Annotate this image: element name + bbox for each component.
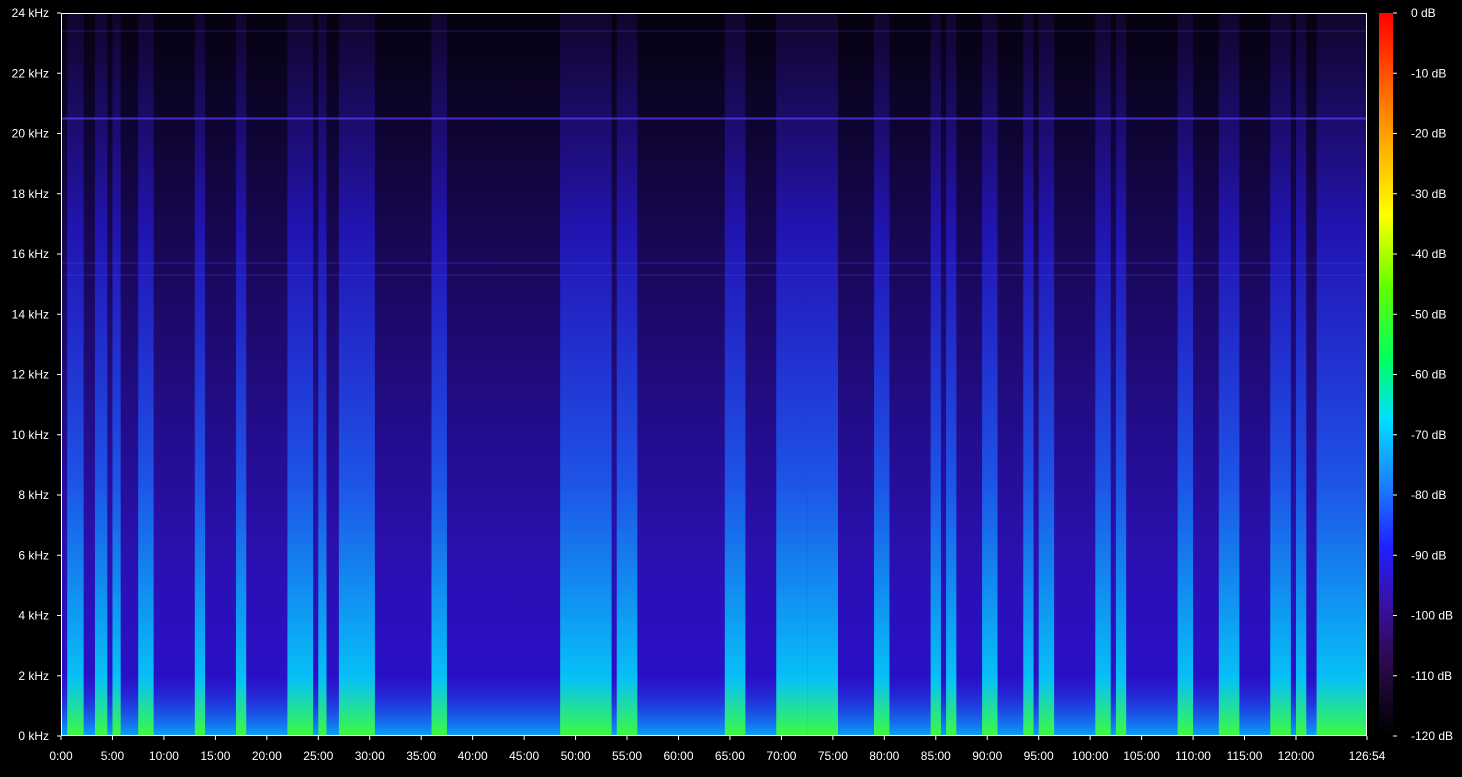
- y-axis-ticks: 0 kHz 2 kHz 4 kHz 6 kHz 8 kHz 10 kHz 12 kHz 14 …: [12, 6, 61, 743]
- bright-segment-2: [112, 13, 121, 736]
- bright-segment-12: [724, 13, 746, 736]
- colorbar-tick-label: 0 dB: [1411, 6, 1436, 20]
- bright-segment-21: [1095, 13, 1111, 736]
- x-tick-label: 50:00: [561, 749, 591, 763]
- colorbar-tick-label: -20 dB: [1411, 127, 1446, 141]
- spectrogram-plot: [61, 13, 1367, 736]
- bright-segment-23: [1177, 13, 1194, 736]
- bright-segment-18: [982, 13, 998, 736]
- bright-segment-11: [616, 13, 638, 736]
- x-tick-label: 80:00: [869, 749, 899, 763]
- colorbar: [1379, 13, 1393, 736]
- bright-segment-5: [235, 13, 247, 736]
- x-tick-label: 35:00: [406, 749, 436, 763]
- bright-segment-10: [560, 13, 612, 736]
- low-frequency-floor: [61, 676, 1367, 736]
- x-tick-label: 5:00: [101, 749, 125, 763]
- x-tick-label: 120:00: [1278, 749, 1315, 763]
- x-tick-label: 90:00: [972, 749, 1002, 763]
- bright-segment-26: [1295, 13, 1307, 736]
- x-tick-label: 55:00: [612, 749, 642, 763]
- bright-segment-0: [67, 13, 84, 736]
- colorbar-tick-label: -10 dB: [1411, 66, 1446, 80]
- spectrogram-background: [61, 13, 1367, 736]
- bright-segment-20: [1038, 13, 1055, 736]
- y-tick-label: 16 kHz: [12, 247, 49, 261]
- spectrogram-chart: 0:00 5:00 10:00 15:00 20:00 25:00 30:00 35:00 40…: [0, 0, 1462, 772]
- bright-segment-7: [318, 13, 327, 736]
- colorbar-tick-label: -50 dB: [1411, 307, 1446, 321]
- bright-segment-13: [776, 13, 808, 736]
- x-tick-label: 85:00: [921, 749, 951, 763]
- colorbar-tick-label: -100 dB: [1411, 609, 1453, 623]
- colorbar-tick-label: -30 dB: [1411, 187, 1446, 201]
- bright-segment-15: [874, 13, 890, 736]
- x-tick-label: 100:00: [1072, 749, 1109, 763]
- y-tick-label: 18 kHz: [12, 187, 49, 201]
- x-tick-label: 60:00: [663, 749, 693, 763]
- spectrogram-svg: 0:00 5:00 10:00 15:00 20:00 25:00 30:00 35:00 40…: [12, 6, 1453, 763]
- x-tick-label: 95:00: [1024, 749, 1054, 763]
- colorbar-tick-label: -90 dB: [1411, 548, 1446, 562]
- x-tick-label: 15:00: [200, 749, 230, 763]
- x-tick-label: 20:00: [252, 749, 282, 763]
- x-tick-label: 115:00: [1227, 749, 1263, 763]
- colorbar-tick-label: -110 dB: [1411, 669, 1452, 683]
- x-tick-label: 105:00: [1123, 749, 1160, 763]
- bright-segment-22: [1115, 13, 1127, 736]
- bright-segment-16: [930, 13, 941, 736]
- bright-segment-1: [94, 13, 108, 736]
- bright-segment-4: [194, 13, 206, 736]
- bright-segment-3: [138, 13, 154, 736]
- colorbar-ticks: 0 dB -10 dB -20 dB -30 dB -40 dB -50 dB -60 dB…: [1393, 6, 1453, 743]
- colorbar-tick-label: -80 dB: [1411, 488, 1446, 502]
- x-tick-label: 65:00: [715, 749, 745, 763]
- colorbar-tick-label: -60 dB: [1411, 368, 1446, 382]
- x-tick-label: 30:00: [355, 749, 385, 763]
- bright-segment-25: [1270, 13, 1291, 736]
- y-tick-label: 4 kHz: [18, 609, 49, 623]
- x-tick-label: 45:00: [509, 749, 539, 763]
- x-tick-label: 75:00: [818, 749, 848, 763]
- x-tick-label: 0:00: [49, 749, 73, 763]
- y-tick-label: 6 kHz: [18, 548, 49, 562]
- y-tick-label: 20 kHz: [12, 127, 49, 141]
- y-tick-label: 12 kHz: [12, 368, 49, 382]
- bright-segment-14: [807, 13, 839, 736]
- y-tick-label: 0 kHz: [18, 729, 49, 743]
- x-tick-label: 10:00: [149, 749, 179, 763]
- x-tick-label: 25:00: [303, 749, 333, 763]
- bright-segment-24: [1218, 13, 1240, 736]
- bright-segment-19: [1023, 13, 1034, 736]
- colorbar-tick-label: -40 dB: [1411, 247, 1446, 261]
- y-tick-label: 14 kHz: [12, 307, 49, 321]
- x-tick-label: 110:00: [1175, 749, 1211, 763]
- x-axis-ticks: 0:00 5:00 10:00 15:00 20:00 25:00 30:00 35:00 40…: [49, 736, 1386, 763]
- x-tick-label: 126:54: [1349, 749, 1386, 763]
- bright-segment-8: [338, 13, 375, 736]
- colorbar-tick-label: -120 dB: [1411, 729, 1453, 743]
- y-tick-label: 22 kHz: [12, 66, 49, 80]
- colorbar-tick-label: -70 dB: [1411, 428, 1446, 442]
- x-tick-label: 40:00: [458, 749, 488, 763]
- y-tick-label: 2 kHz: [18, 669, 49, 683]
- bright-segment-27: [1316, 13, 1367, 736]
- x-tick-label: 70:00: [766, 749, 796, 763]
- y-tick-label: 8 kHz: [18, 488, 49, 502]
- bright-segment-17: [946, 13, 957, 736]
- y-tick-label: 10 kHz: [12, 428, 49, 442]
- bright-segment-6: [287, 13, 314, 736]
- bright-segment-9: [431, 13, 447, 736]
- y-tick-label: 24 kHz: [12, 6, 49, 20]
